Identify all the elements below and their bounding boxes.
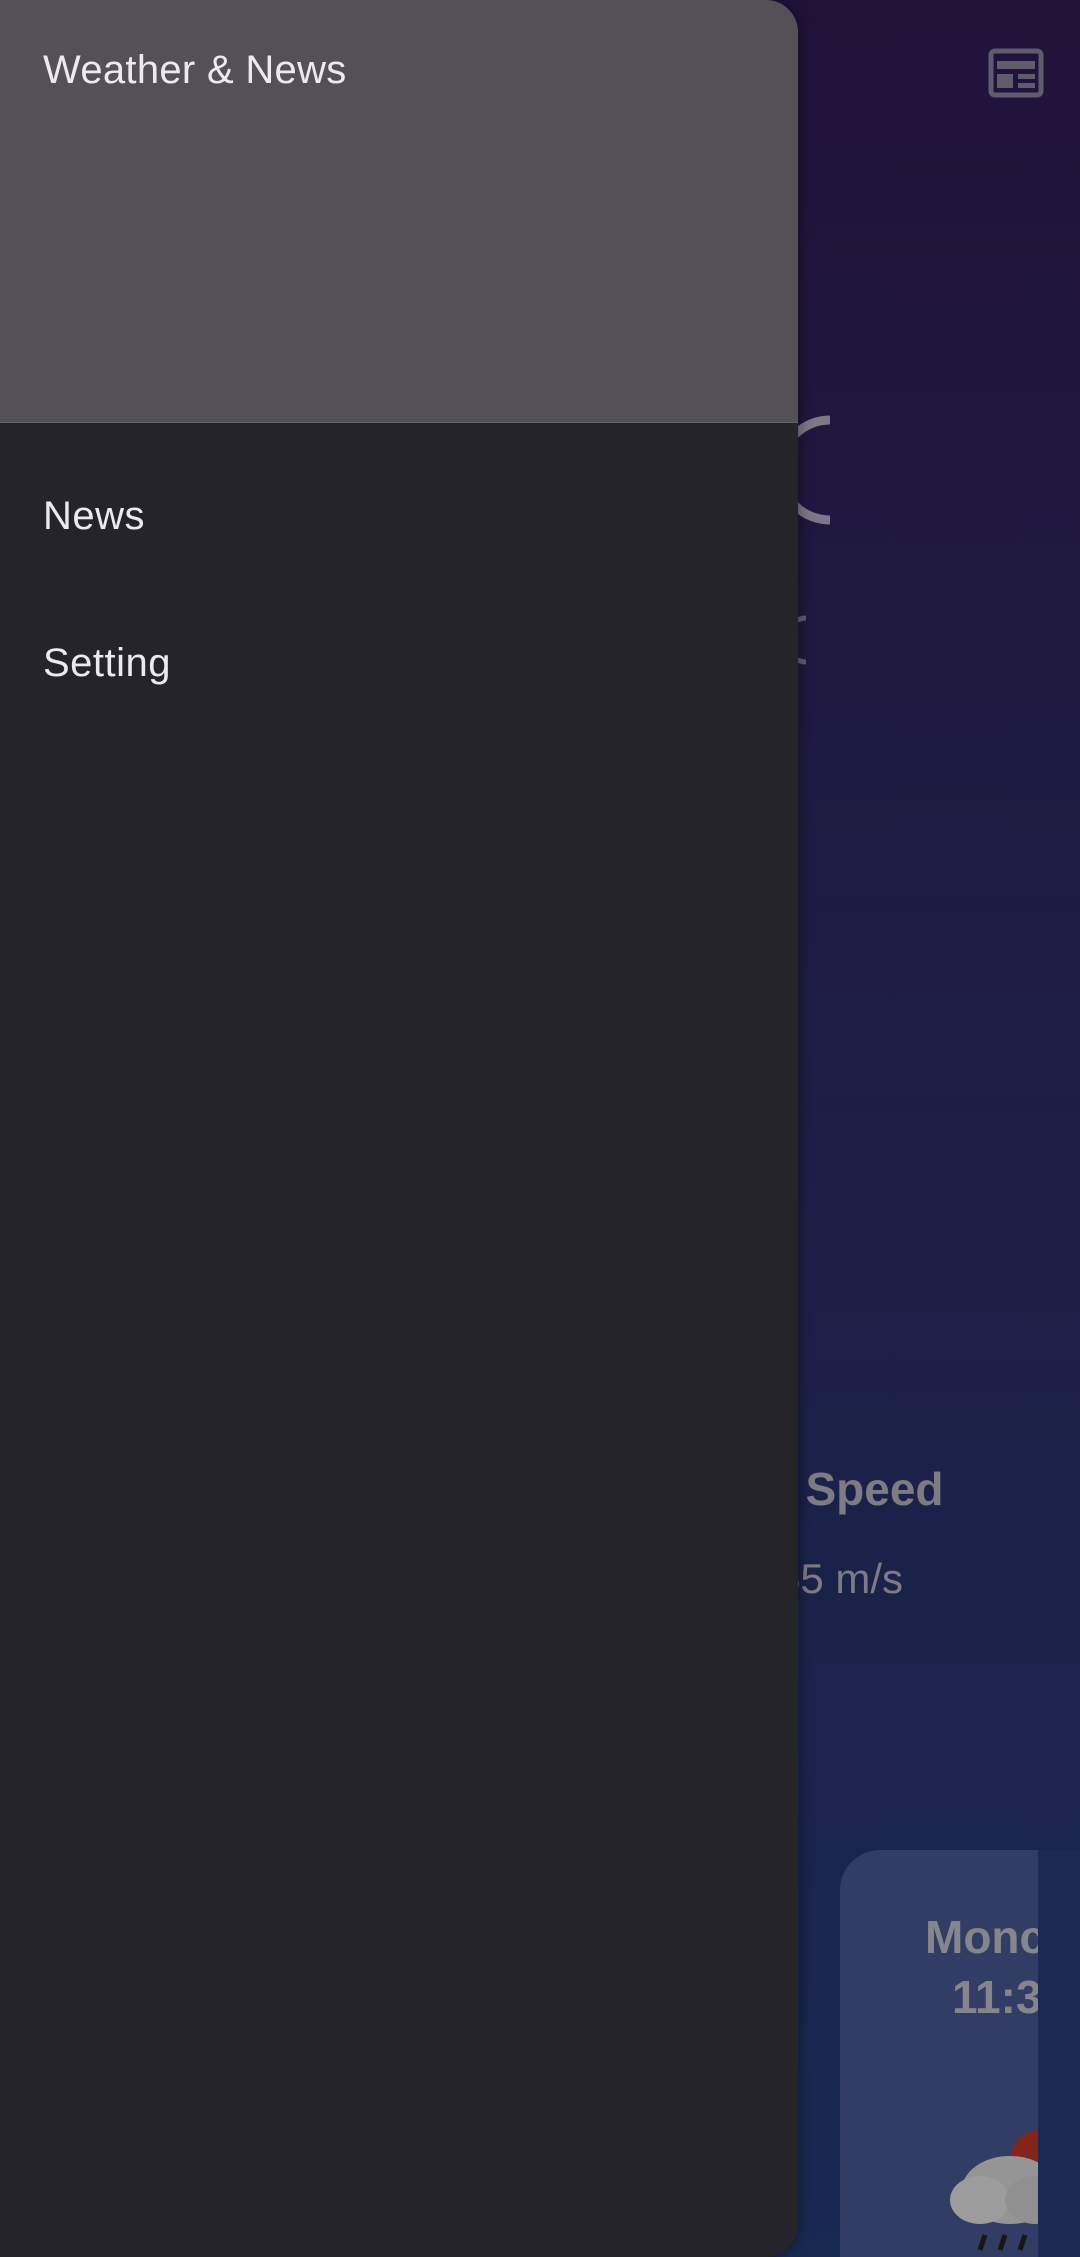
drawer-header: Weather & News bbox=[0, 0, 798, 423]
drawer-item-label: News bbox=[43, 494, 146, 538]
drawer-item-label: Setting bbox=[43, 641, 172, 685]
drawer-item-news[interactable]: News bbox=[0, 446, 798, 586]
navigation-drawer: Weather & News News Setting bbox=[0, 0, 798, 2257]
drawer-item-setting[interactable]: Setting bbox=[0, 593, 798, 733]
drawer-title: Weather & News bbox=[43, 48, 347, 92]
